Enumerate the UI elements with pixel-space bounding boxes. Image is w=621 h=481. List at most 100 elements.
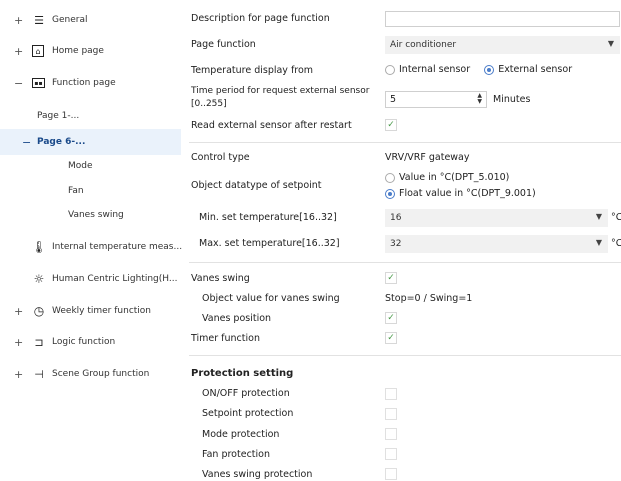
home-icon: ⌂ <box>32 45 44 57</box>
expand-icon[interactable]: + <box>14 336 23 349</box>
time-period-range: [0..255] <box>191 99 227 109</box>
setpoint-protection-checkbox[interactable] <box>385 408 397 420</box>
sidebar-item-logic-function[interactable]: + ⊐ Logic function <box>0 329 181 355</box>
sidebar: + ☰ General + ⌂ Home page − ▪▪ Function … <box>0 0 183 481</box>
clock-icon: ◷ <box>33 304 45 318</box>
mode-protection-label: Mode protection <box>202 429 280 440</box>
spinner-icon[interactable]: ▲ ▼ <box>477 93 482 105</box>
vanes-position-checkbox[interactable]: ✓ <box>385 312 397 324</box>
page-function-value: Air conditioner <box>390 40 457 50</box>
time-period-input[interactable]: 5 ▲ ▼ <box>385 91 487 108</box>
vanes-object-value: Stop=0 / Swing=1 <box>385 293 473 304</box>
collapse-icon[interactable]: − <box>22 136 31 149</box>
divider <box>189 355 621 356</box>
external-sensor-label: External sensor <box>498 64 573 75</box>
description-input[interactable] <box>385 11 620 27</box>
datatype-option-2: Float value in °C(DPT_9.001) <box>385 188 536 199</box>
vanes-position-label: Vanes position <box>202 313 272 324</box>
panel-icon: ▪▪ <box>32 78 45 88</box>
datatype-radio-2[interactable] <box>385 188 395 199</box>
vanes-swing-protection-label: Vanes swing protection <box>202 469 313 480</box>
minutes-unit: Minutes <box>493 94 531 105</box>
sidebar-item-label: Mode <box>68 161 93 171</box>
temp-display-radio-group: Internal sensor External sensor <box>385 64 572 75</box>
timer-function-checkbox[interactable]: ✓ <box>385 332 397 344</box>
vanes-swing-protection-checkbox[interactable] <box>385 468 397 480</box>
sidebar-item-label: Scene Group function <box>52 369 150 379</box>
expand-icon[interactable]: + <box>14 45 23 58</box>
timer-function-label: Timer function <box>191 333 260 344</box>
celsius-unit: °C <box>611 238 621 249</box>
sidebar-item-home-page[interactable]: + ⌂ Home page <box>0 38 181 64</box>
sidebar-item-label: Page 1-... <box>37 111 80 121</box>
vanes-object-label: Object value for vanes swing <box>202 293 340 304</box>
sidebar-item-general[interactable]: + ☰ General <box>0 7 181 33</box>
max-temp-label: Max. set temperature[16..32] <box>199 238 340 249</box>
divider <box>189 142 621 143</box>
expand-icon[interactable]: + <box>14 14 23 27</box>
vanes-swing-label: Vanes swing <box>191 273 250 284</box>
vanes-swing-checkbox[interactable]: ✓ <box>385 272 397 284</box>
sidebar-item-scene-group[interactable]: + ⊣ Scene Group function <box>0 361 181 387</box>
scene-icon: ⊣ <box>34 367 44 381</box>
min-temp-value: 16 <box>390 213 402 223</box>
mode-protection-checkbox[interactable] <box>385 428 397 440</box>
sidebar-item-page-6[interactable]: − Page 6-... <box>0 129 181 155</box>
min-temp-select[interactable]: 16 ▼ <box>385 209 608 227</box>
internal-sensor-radio[interactable] <box>385 64 395 75</box>
chevron-down-icon: ▼ <box>595 212 602 221</box>
page-function-select[interactable]: Air conditioner ▼ <box>385 36 620 54</box>
sidebar-item-mode[interactable]: Mode <box>0 153 181 179</box>
fan-protection-label: Fan protection <box>202 449 270 460</box>
collapse-icon[interactable]: − <box>14 77 23 90</box>
page-function-label: Page function <box>191 39 256 50</box>
sidebar-item-label: Internal temperature meas... <box>52 242 183 252</box>
sidebar-item-label: General <box>52 15 88 25</box>
sidebar-item-human-centric-lighting[interactable]: ☼ Human Centric Lighting(H... <box>0 266 181 292</box>
fan-protection-checkbox[interactable] <box>385 448 397 460</box>
sidebar-item-label: Page 6-... <box>37 137 86 147</box>
sidebar-item-label: Vanes swing <box>68 210 124 220</box>
sidebar-item-label: Function page <box>52 78 116 88</box>
min-temp-label: Min. set temperature[16..32] <box>199 212 337 223</box>
sidebar-item-function-page[interactable]: − ▪▪ Function page <box>0 70 181 96</box>
datatype-radio-1[interactable] <box>385 172 395 183</box>
read-sensor-label: Read external sensor after restart <box>191 120 352 131</box>
chevron-down-icon: ▼ <box>607 39 614 48</box>
setpoint-protection-label: Setpoint protection <box>202 408 294 419</box>
sidebar-item-label: Logic function <box>52 337 116 347</box>
sun-icon: ☼ <box>33 272 45 286</box>
onoff-protection-label: ON/OFF protection <box>202 388 290 399</box>
sidebar-item-vanes-swing[interactable]: Vanes swing <box>0 202 181 228</box>
divider <box>189 262 621 263</box>
expand-icon[interactable]: + <box>14 305 23 318</box>
max-temp-value: 32 <box>390 239 402 249</box>
celsius-unit: °C <box>611 212 621 223</box>
sidebar-item-label: Weekly timer function <box>52 306 152 316</box>
datatype-option-1: Value in °C(DPT_5.010) <box>385 172 509 183</box>
sidebar-item-internal-temperature[interactable]: 🌡 Internal temperature meas... <box>0 234 183 260</box>
onoff-protection-checkbox[interactable] <box>385 388 397 400</box>
parameter-panel: Description for page function Page funct… <box>182 0 621 481</box>
temp-display-label: Temperature display from <box>191 65 314 76</box>
logic-icon: ⊐ <box>34 335 44 349</box>
external-sensor-radio[interactable] <box>484 64 495 75</box>
control-type-value: VRV/VRF gateway <box>385 152 470 163</box>
sidebar-item-page-1[interactable]: Page 1-... <box>0 103 181 129</box>
thermometer-icon: 🌡 <box>31 240 47 254</box>
time-period-label: Time period for request external sensor <box>191 86 370 96</box>
sidebar-item-label: Human Centric Lighting(H... <box>52 274 178 284</box>
sliders-icon: ☰ <box>34 13 44 27</box>
sidebar-item-fan[interactable]: Fan <box>0 178 181 204</box>
expand-icon[interactable]: + <box>14 368 23 381</box>
sidebar-item-weekly-timer[interactable]: + ◷ Weekly timer function <box>0 298 181 324</box>
sidebar-item-label: Fan <box>68 186 84 196</box>
datatype-label: Object datatype of setpoint <box>191 180 322 191</box>
protection-heading: Protection setting <box>191 368 294 379</box>
description-label: Description for page function <box>191 13 330 24</box>
datatype-option-1-label: Value in °C(DPT_5.010) <box>399 172 510 183</box>
max-temp-select[interactable]: 32 ▼ <box>385 235 608 253</box>
sidebar-item-label: Home page <box>52 46 104 56</box>
read-sensor-checkbox[interactable]: ✓ <box>385 119 397 131</box>
time-period-value: 5 <box>390 94 397 105</box>
